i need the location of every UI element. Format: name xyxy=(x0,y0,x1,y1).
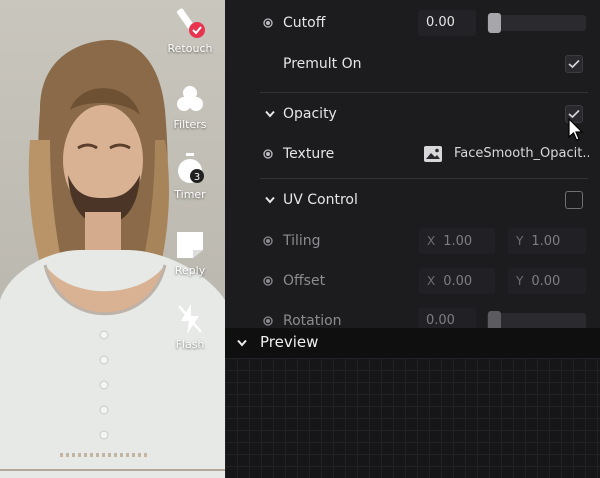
tiling-x-axis-label: X xyxy=(427,234,436,248)
tiling-y-value: 1.00 xyxy=(531,234,561,249)
offset-y-value: 0.00 xyxy=(531,274,561,289)
reply-label: Reply xyxy=(174,264,206,277)
flash-off-icon xyxy=(178,304,202,334)
timer-icon: 3 xyxy=(178,153,204,183)
cutoff-label: Cutoff xyxy=(283,15,326,31)
uv-control-section-header[interactable]: UV Control xyxy=(225,180,600,220)
chevron-down-icon[interactable] xyxy=(237,339,247,347)
timer-button[interactable]: 3 Timer xyxy=(160,152,220,201)
reply-icon xyxy=(177,232,203,258)
timer-badge: 3 xyxy=(194,172,200,183)
offset-row: Offset X 0.00 Y 0.00 xyxy=(225,261,600,301)
flash-label: Flash xyxy=(175,338,205,351)
timer-label: Timer xyxy=(174,188,206,201)
rotation-value-input[interactable]: 0.00 xyxy=(418,308,476,328)
tiling-row: Tiling X 1.00 Y 1.00 xyxy=(225,221,600,261)
filters-icon xyxy=(177,86,203,111)
cutoff-value-input[interactable]: 0.00 xyxy=(418,10,476,36)
filters-button[interactable]: Filters xyxy=(160,82,220,131)
offset-keyframe-icon[interactable] xyxy=(263,276,273,286)
offset-y-axis-label: Y xyxy=(516,274,524,288)
opacity-section-header[interactable]: Opacity xyxy=(225,94,600,134)
retouch-wand-icon xyxy=(177,8,205,38)
tiling-x-value: 1.00 xyxy=(443,234,473,249)
texture-row: Texture FaceSmooth_Opacit... xyxy=(225,134,600,174)
retouch-button[interactable]: Retouch xyxy=(160,6,220,55)
offset-y-input[interactable]: Y 0.00 xyxy=(508,268,586,294)
offset-x-axis-label: X xyxy=(427,274,436,288)
premult-row: Premult On xyxy=(225,44,600,84)
rotation-label: Rotation xyxy=(283,313,342,328)
tiling-x-input[interactable]: X 1.00 xyxy=(419,228,495,254)
flash-button[interactable]: Flash xyxy=(160,302,220,351)
cutoff-row: Cutoff 0.00 xyxy=(225,3,600,43)
texture-keyframe-icon[interactable] xyxy=(263,149,273,159)
tiling-keyframe-icon[interactable] xyxy=(263,236,273,246)
chevron-down-icon[interactable] xyxy=(265,110,275,118)
texture-filename: FaceSmooth_Opacit... xyxy=(454,146,589,161)
opacity-label: Opacity xyxy=(283,106,337,122)
rotation-row: Rotation 0.00 xyxy=(225,301,600,328)
chevron-down-icon[interactable] xyxy=(265,196,275,204)
uv-control-label: UV Control xyxy=(283,192,358,208)
check-icon xyxy=(568,59,580,69)
image-icon xyxy=(424,146,442,162)
rotation-keyframe-icon[interactable] xyxy=(263,316,273,326)
cutoff-slider-track[interactable] xyxy=(487,15,586,31)
section-divider xyxy=(260,178,588,179)
tiling-y-axis-label: Y xyxy=(516,234,524,248)
rotation-slider-handle[interactable] xyxy=(488,311,501,328)
premult-label: Premult On xyxy=(283,56,362,72)
uv-control-checkbox[interactable] xyxy=(565,191,583,209)
preview-label: Preview xyxy=(260,333,319,351)
cutoff-slider-handle[interactable] xyxy=(488,13,501,33)
offset-x-value: 0.00 xyxy=(443,274,473,289)
offset-x-input[interactable]: X 0.00 xyxy=(419,268,495,294)
preview-canvas[interactable] xyxy=(225,358,600,478)
tiling-label: Tiling xyxy=(283,233,321,249)
cutoff-keyframe-icon[interactable] xyxy=(263,18,273,28)
reply-button[interactable]: Reply xyxy=(160,228,220,277)
texture-picker[interactable]: FaceSmooth_Opacit... xyxy=(419,141,589,167)
tiling-y-input[interactable]: Y 1.00 xyxy=(508,228,586,254)
filters-label: Filters xyxy=(173,118,207,131)
section-divider xyxy=(260,92,588,93)
camera-preview: Retouch Filters 3 Timer Reply Flash xyxy=(0,0,225,478)
rotation-slider-track[interactable] xyxy=(487,313,586,328)
texture-label: Texture xyxy=(283,146,335,162)
offset-label: Offset xyxy=(283,273,326,289)
retouch-label: Retouch xyxy=(167,42,213,55)
preview-section-header[interactable]: Preview xyxy=(225,328,600,358)
premult-checkbox[interactable] xyxy=(565,55,583,73)
material-properties-panel: Cutoff 0.00 Premult On Opacity Texture F… xyxy=(225,0,600,328)
mouse-cursor-icon xyxy=(568,118,584,141)
